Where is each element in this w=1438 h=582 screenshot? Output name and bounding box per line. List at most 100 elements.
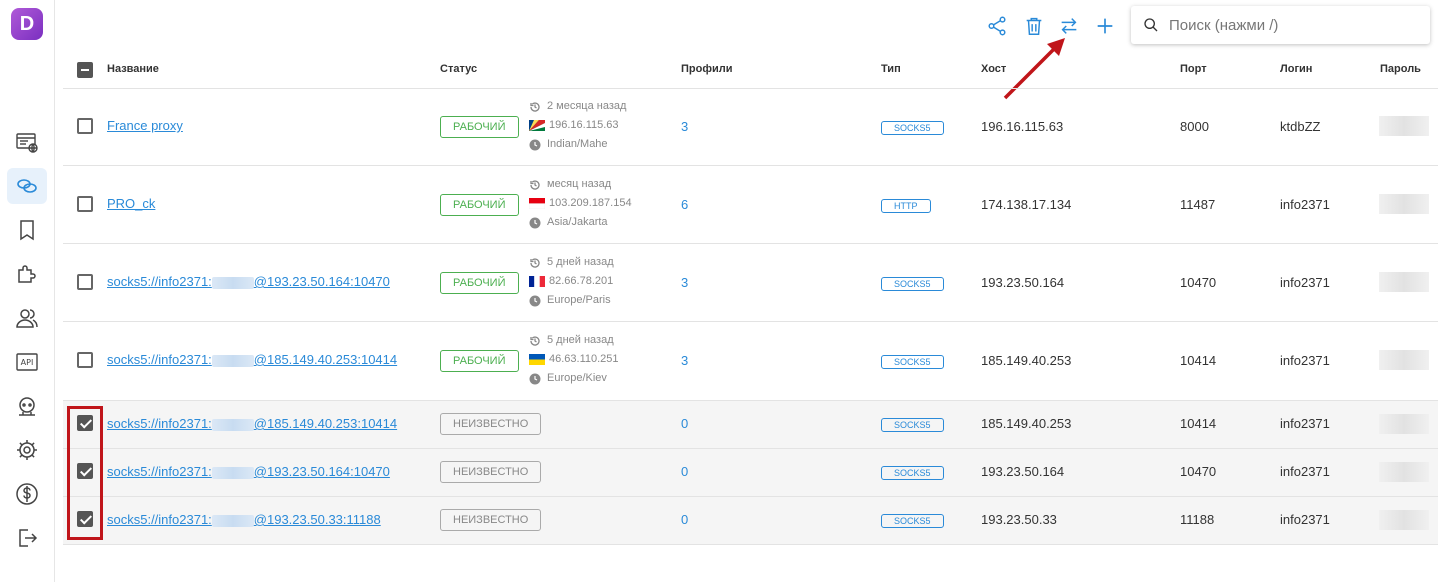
table-row[interactable]: France proxy РАБОЧИЙ 2 месяца назад 196.…: [63, 88, 1438, 166]
check-time: 5 дней назад: [547, 256, 614, 268]
sidebar-item-extensions[interactable]: [7, 256, 47, 292]
type-badge: SOCKS5: [881, 355, 944, 369]
table-row[interactable]: socks5://info2371: @185.149.40.253:10414 …: [63, 322, 1438, 401]
proxy-name-suffix[interactable]: @193.23.50.164:10470: [254, 464, 390, 479]
profiles-count[interactable]: 3: [681, 275, 688, 290]
type-badge: SOCKS5: [881, 277, 944, 291]
sidebar-item-billing[interactable]: [7, 476, 47, 512]
proxy-name-prefix[interactable]: socks5://info2371:: [107, 274, 212, 289]
profiles-count[interactable]: 0: [681, 416, 688, 431]
proxy-name-link[interactable]: socks5://info2371: @185.149.40.253:10414: [107, 416, 397, 431]
add-proxy-button[interactable]: [1091, 12, 1119, 40]
port-value: 8000: [1180, 119, 1209, 134]
proxy-name-prefix[interactable]: socks5://info2371:: [107, 352, 212, 367]
search-input[interactable]: [1167, 15, 1421, 35]
table-row[interactable]: socks5://info2371: @193.23.50.164:10470 Р…: [63, 244, 1438, 322]
france-flag-icon: [529, 276, 545, 287]
password-blurred: [211, 276, 254, 289]
status-badge: РАБОЧИЙ: [440, 194, 519, 216]
type-badge: SOCKS5: [881, 466, 944, 480]
proxy-name-suffix[interactable]: @193.23.50.164:10470: [254, 274, 390, 289]
column-header-name[interactable]: Название: [107, 63, 159, 75]
login-value: info2371: [1280, 464, 1330, 479]
table-row[interactable]: socks5://info2371: @193.23.50.164:10470 Н…: [63, 449, 1438, 497]
proxy-name-link[interactable]: France proxy: [107, 118, 183, 133]
profiles-count[interactable]: 0: [681, 464, 688, 479]
table-row[interactable]: PRO_ck РАБОЧИЙ месяц назад 103.209.187.1…: [63, 166, 1438, 244]
column-header-host[interactable]: Хост: [981, 63, 1006, 75]
proxy-name-link[interactable]: socks5://info2371: @193.23.50.164:10470: [107, 274, 390, 289]
proxy-name-link[interactable]: socks5://info2371: @185.149.40.253:10414: [107, 352, 397, 367]
profiles-count[interactable]: 6: [681, 197, 688, 212]
port-value: 10414: [1180, 416, 1217, 431]
timezone: Europe/Paris: [547, 294, 611, 306]
proxy-name-link[interactable]: PRO_ck: [107, 196, 155, 211]
check-time: 5 дней назад: [547, 334, 614, 346]
bookmark-icon: [20, 220, 34, 241]
login-value: info2371: [1280, 512, 1330, 527]
host-value: 193.23.50.33: [981, 512, 1057, 527]
exit-ip: 82.66.78.201: [549, 275, 614, 287]
password-blurred: [211, 466, 254, 479]
geo-info: месяц назад 103.209.187.154 Asia/Jakarta: [529, 175, 632, 232]
password-value-blurred: [1379, 510, 1429, 530]
proxy-name-link[interactable]: socks5://info2371: @193.23.50.164:10470: [107, 464, 390, 479]
clock-icon: [529, 139, 541, 150]
app-logo[interactable]: D: [11, 8, 43, 40]
proxy-name-prefix[interactable]: socks5://info2371:: [107, 512, 212, 527]
row-checkbox[interactable]: [77, 352, 93, 368]
column-header-port[interactable]: Порт: [1180, 63, 1207, 75]
svg-text:API: API: [21, 358, 34, 367]
search-box[interactable]: [1131, 6, 1430, 44]
sidebar-item-browser-profiles[interactable]: [7, 124, 47, 160]
column-header-login[interactable]: Логин: [1280, 63, 1312, 75]
sidebar-item-settings[interactable]: [7, 432, 47, 468]
sidebar-item-api[interactable]: API: [7, 344, 47, 380]
sidebar-item-automation[interactable]: [7, 388, 47, 424]
row-checkbox[interactable]: [77, 118, 93, 134]
browser-globe-icon: [16, 133, 38, 153]
login-value: info2371: [1280, 275, 1330, 290]
timezone: Europe/Kiev: [547, 372, 607, 384]
proxy-name-link[interactable]: socks5://info2371: @193.23.50.33:11188: [107, 512, 381, 527]
status-badge: РАБОЧИЙ: [440, 272, 519, 294]
type-badge: HTTP: [881, 199, 931, 213]
proxy-name-prefix[interactable]: socks5://info2371:: [107, 464, 212, 479]
table-row[interactable]: socks5://info2371: @185.149.40.253:10414 …: [63, 401, 1438, 449]
host-value: 185.149.40.253: [981, 353, 1072, 368]
history-icon: [530, 335, 540, 346]
password-blurred: [211, 354, 254, 367]
proxy-name-suffix[interactable]: @185.149.40.253:10414: [254, 352, 397, 367]
clock-icon: [529, 217, 541, 228]
column-header-password[interactable]: Пароль: [1380, 63, 1421, 75]
password-value-blurred: [1379, 116, 1429, 136]
row-checkbox[interactable]: [77, 196, 93, 212]
column-header-profiles[interactable]: Профили: [681, 63, 732, 75]
proxy-name-suffix[interactable]: @193.23.50.33:11188: [254, 512, 381, 527]
select-all-checkbox[interactable]: [77, 62, 93, 78]
sidebar-item-bookmarks[interactable]: [7, 212, 47, 248]
column-header-type[interactable]: Тип: [881, 63, 901, 75]
sidebar-item-proxies[interactable]: [7, 168, 47, 204]
table-row[interactable]: socks5://info2371: @193.23.50.33:11188 НЕ…: [63, 497, 1438, 545]
table-header: Название Статус Профили Тип Хост Порт Ло…: [63, 52, 1438, 89]
users-icon: [16, 309, 38, 328]
exit-ip: 46.63.110.251: [549, 353, 619, 365]
proxy-name-suffix[interactable]: @185.149.40.253:10414: [254, 416, 397, 431]
clock-icon: [529, 295, 541, 306]
profiles-count[interactable]: 0: [681, 512, 688, 527]
status-badge: РАБОЧИЙ: [440, 350, 519, 372]
profiles-count[interactable]: 3: [681, 119, 688, 134]
column-header-status[interactable]: Статус: [440, 63, 477, 75]
geo-info: 5 дней назад 82.66.78.201 Europe/Paris: [529, 253, 614, 310]
check-time: 2 месяца назад: [547, 100, 627, 112]
profiles-count[interactable]: 3: [681, 353, 688, 368]
proxy-name-prefix[interactable]: socks5://info2371:: [107, 416, 212, 431]
password-blurred: [211, 514, 254, 527]
row-checkbox[interactable]: [77, 274, 93, 290]
proxy-link-icon: [17, 179, 37, 193]
sidebar-item-team[interactable]: [7, 300, 47, 336]
host-value: 193.23.50.164: [981, 275, 1065, 290]
dollar-icon: [16, 483, 38, 505]
sidebar-item-logout[interactable]: [7, 520, 47, 556]
